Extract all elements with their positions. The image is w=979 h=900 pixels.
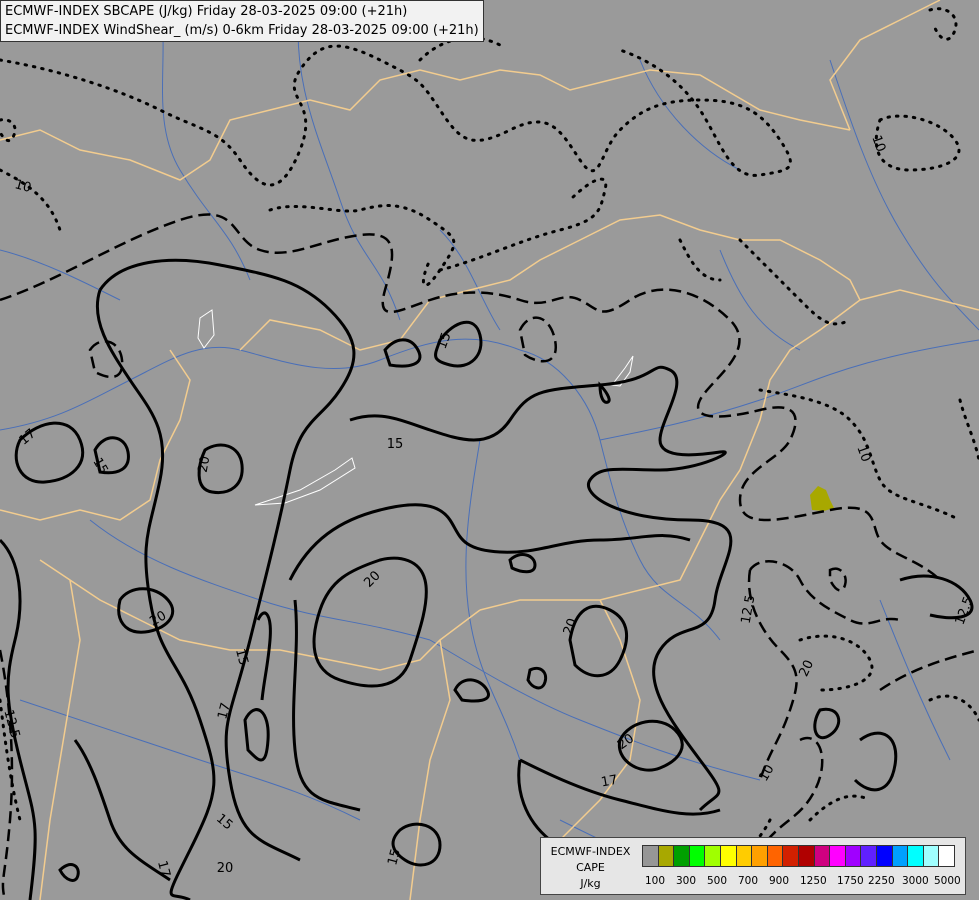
legend-swatch bbox=[860, 845, 877, 867]
legend-tick-label: 700 bbox=[738, 875, 759, 887]
legend-swatch bbox=[876, 845, 893, 867]
legend-swatch bbox=[844, 845, 862, 867]
legend-swatch bbox=[938, 845, 955, 867]
legend-swatch bbox=[720, 845, 737, 867]
legend-swatch bbox=[766, 845, 784, 867]
legend-swatch bbox=[891, 845, 909, 867]
contour-label: 15 bbox=[387, 437, 404, 452]
map-canvas: 1010101012.5 12.512.515151515151517171717… bbox=[0, 0, 979, 900]
legend-swatch bbox=[798, 845, 815, 867]
legend-swatch bbox=[922, 845, 940, 867]
legend-swatch bbox=[735, 845, 753, 867]
title-line-windshear: ECMWF-INDEX WindShear_ (m/s) 0-6km Frida… bbox=[5, 23, 479, 38]
legend-swatch bbox=[673, 845, 690, 867]
title-box: ECMWF-INDEX SBCAPE (J/kg) Friday 28-03-2… bbox=[0, 0, 484, 42]
legend-field-label: CAPE bbox=[576, 861, 605, 874]
legend-swatch bbox=[782, 845, 799, 867]
cape-legend: ECMWF-INDEX CAPE J/kg 100 300 500 700 900 125… bbox=[540, 837, 966, 895]
legend-tick-label: 2250 bbox=[868, 875, 895, 887]
legend-tick-label: 100 bbox=[645, 875, 666, 887]
legend-swatch bbox=[813, 845, 831, 867]
legend-swatch bbox=[751, 845, 768, 867]
legend-swatch bbox=[642, 845, 659, 867]
legend-tick-label: 3000 bbox=[902, 875, 929, 887]
legend-tick-label: 1750 bbox=[837, 875, 864, 887]
legend-tick-label: 1250 bbox=[800, 875, 827, 887]
legend-tick-label: 500 bbox=[707, 875, 728, 887]
legend-swatch bbox=[829, 845, 846, 867]
legend-tick-label: 300 bbox=[676, 875, 697, 887]
legend-unit-label: J/kg bbox=[580, 877, 601, 890]
legend-swatch bbox=[657, 845, 675, 867]
contour-label: 20 bbox=[217, 861, 234, 876]
legend-tick-label: 900 bbox=[769, 875, 790, 887]
contour-label: 17 bbox=[600, 773, 619, 791]
legend-tick-label: 5000 bbox=[934, 875, 961, 887]
legend-model-label: ECMWF-INDEX bbox=[550, 845, 631, 858]
title-line-cape: ECMWF-INDEX SBCAPE (J/kg) Friday 28-03-2… bbox=[5, 4, 408, 19]
contour-label: 20 bbox=[196, 455, 214, 474]
legend-swatch bbox=[907, 845, 924, 867]
legend-swatch bbox=[704, 845, 721, 867]
legend-swatch bbox=[688, 845, 706, 867]
